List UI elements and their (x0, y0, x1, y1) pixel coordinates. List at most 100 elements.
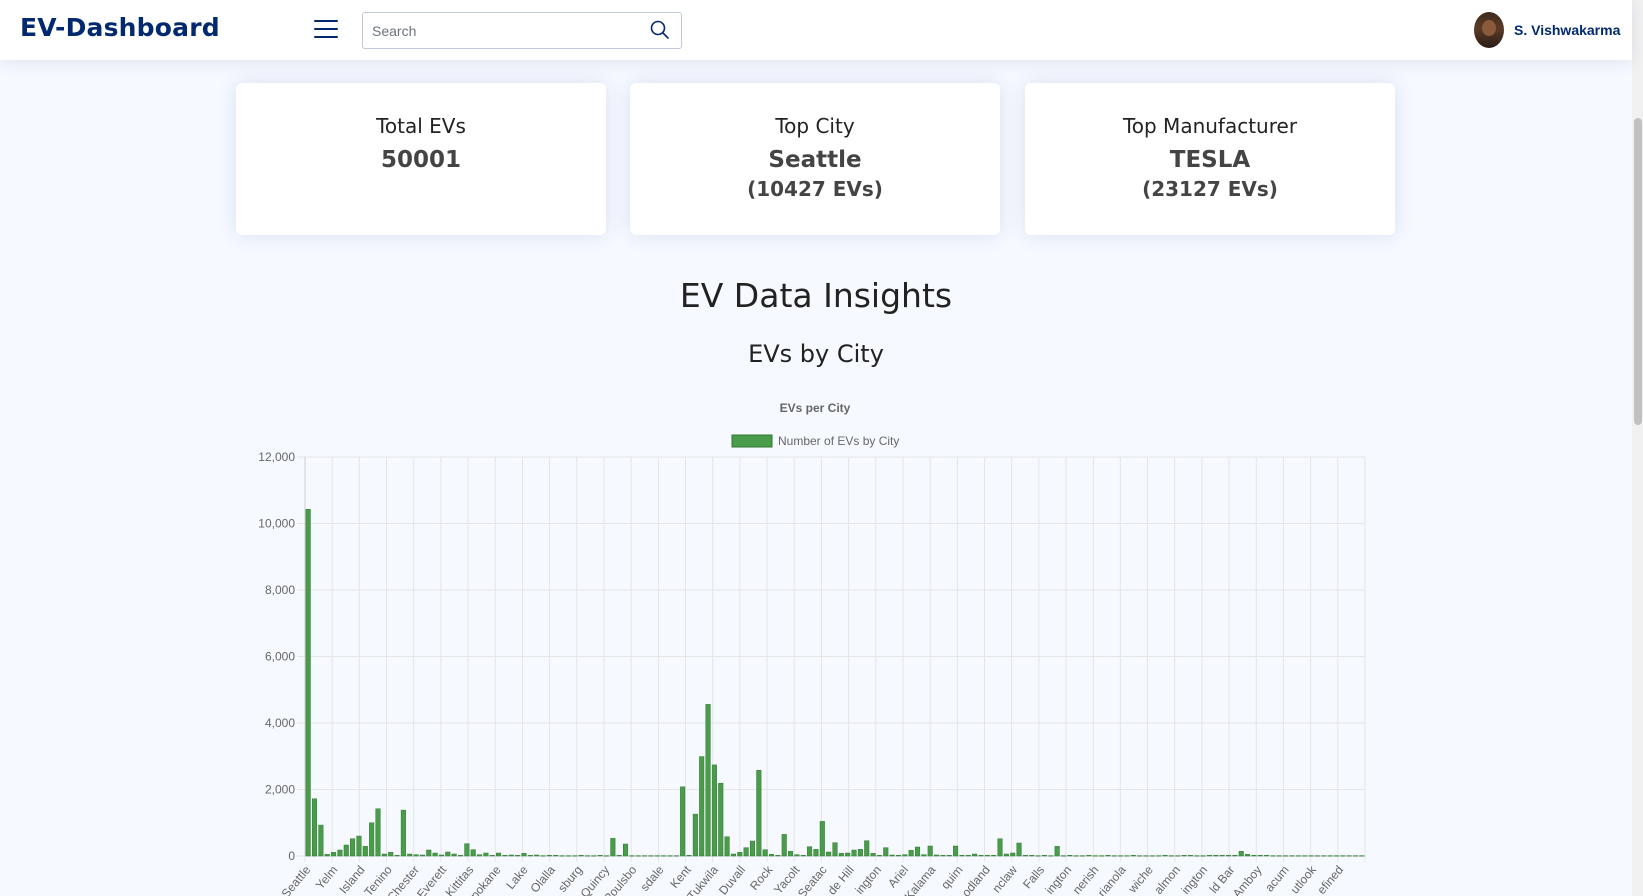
x-tick-label: odland (959, 863, 993, 896)
bar (1346, 855, 1352, 857)
x-tick-label: rianola (1095, 863, 1129, 896)
x-tick-label: Olalla (527, 863, 558, 896)
bar (953, 845, 959, 857)
bar (997, 838, 1003, 857)
bar (914, 846, 921, 857)
bar (1041, 855, 1047, 857)
bar (959, 855, 965, 857)
bar (781, 834, 787, 857)
bar (451, 853, 457, 857)
bar (1232, 855, 1238, 857)
bar (1118, 855, 1124, 857)
bar (902, 854, 908, 857)
bar (527, 855, 533, 857)
bar (1333, 855, 1339, 857)
bar (337, 849, 343, 857)
bar (661, 855, 667, 857)
bar (1003, 853, 1009, 857)
bar (1073, 855, 1079, 857)
bar (1308, 855, 1314, 857)
bar (1295, 855, 1301, 857)
bar (883, 847, 889, 857)
bar (356, 835, 362, 857)
bar (965, 855, 971, 857)
bar (1054, 846, 1060, 857)
x-tick-label: nclaw (990, 863, 1021, 896)
y-tick-label: 10,000 (258, 517, 295, 531)
bar (864, 840, 870, 857)
bar (369, 822, 375, 857)
bar (362, 846, 368, 857)
app-logo[interactable]: EV-Dashboard (20, 13, 220, 42)
y-tick-label: 2,000 (265, 783, 295, 797)
bar (654, 855, 660, 857)
bar (730, 853, 736, 857)
bar (1352, 855, 1359, 857)
bar (788, 851, 794, 857)
x-tick-label: sdale (637, 863, 666, 894)
bar (1175, 855, 1181, 857)
bar (546, 855, 552, 857)
bar (1111, 855, 1117, 857)
user-profile[interactable]: S. Vishwakarma (1474, 12, 1620, 48)
menu-toggle-icon[interactable] (314, 18, 338, 40)
bar (477, 854, 483, 857)
bar (699, 756, 705, 857)
bar (1010, 852, 1016, 857)
scrollbar-thumb[interactable] (1634, 118, 1642, 425)
bar (711, 764, 717, 857)
search-icon[interactable] (649, 19, 671, 41)
bar (553, 855, 559, 857)
bar (1149, 855, 1155, 857)
x-tick-label: almon (1151, 863, 1183, 896)
bar (470, 849, 476, 857)
bar (1257, 855, 1263, 857)
bar (489, 855, 495, 857)
bar (1245, 854, 1251, 857)
search-input[interactable] (363, 13, 643, 48)
x-tick-label: Seatac (795, 863, 830, 896)
bar (1264, 855, 1270, 857)
bar (629, 855, 635, 857)
bar (934, 854, 940, 857)
bar (597, 855, 603, 857)
bar (407, 853, 413, 857)
bar (1143, 855, 1149, 857)
bar (673, 855, 679, 857)
bar (375, 808, 381, 857)
bar (324, 854, 330, 857)
x-tick-label: de Hill (825, 863, 857, 896)
bar (1016, 842, 1022, 857)
bar (603, 855, 610, 857)
bar (756, 769, 762, 857)
bar (381, 853, 387, 857)
bar (1092, 855, 1098, 857)
bar (813, 849, 819, 857)
bar (800, 855, 806, 857)
bar (1225, 855, 1232, 857)
legend-swatch (731, 434, 773, 448)
bar (1276, 855, 1282, 857)
bar (496, 852, 502, 857)
bar (832, 842, 838, 857)
bar (775, 855, 781, 857)
y-tick-label: 0 (288, 849, 295, 863)
bar (1181, 855, 1187, 857)
bar (978, 855, 984, 857)
bar (400, 809, 406, 857)
bar (508, 854, 514, 857)
y-tick-label: 4,000 (265, 716, 295, 730)
bar (1200, 855, 1206, 857)
bar (1168, 855, 1174, 857)
x-tick-label: ington (852, 863, 884, 896)
bar (927, 845, 933, 857)
bar (572, 855, 578, 857)
bar (940, 855, 946, 857)
search-bar (362, 12, 682, 49)
bar (826, 851, 832, 857)
bar (584, 855, 590, 857)
bar (1238, 851, 1244, 857)
bar (705, 704, 711, 857)
bar (534, 854, 540, 857)
bar (419, 854, 425, 857)
